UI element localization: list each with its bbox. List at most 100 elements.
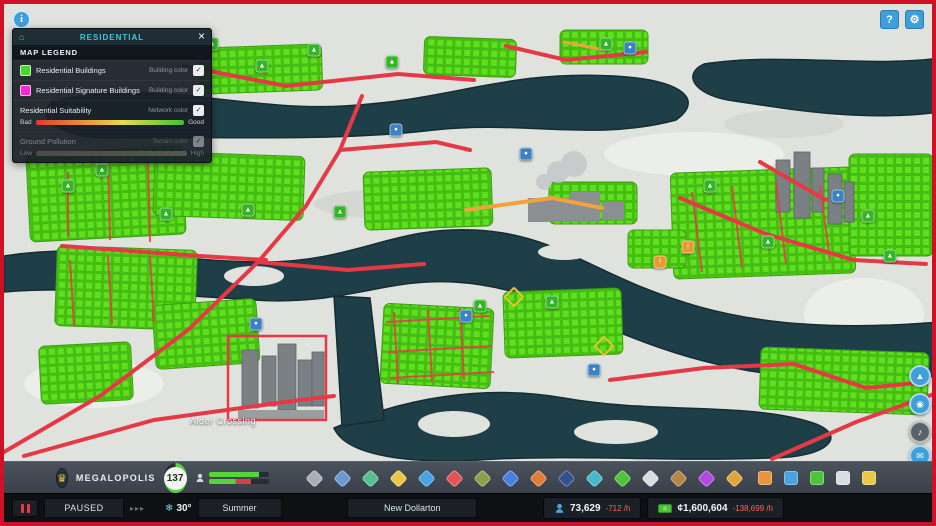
economy-button[interactable] bbox=[755, 466, 775, 490]
demand-bar-top bbox=[208, 472, 269, 477]
suitability-checkbox[interactable]: ✓ bbox=[193, 105, 204, 116]
alert-badge[interactable]: ! bbox=[681, 240, 695, 254]
service-badge[interactable]: • bbox=[519, 147, 533, 161]
electricity-button[interactable] bbox=[387, 464, 411, 492]
season-label: Summer bbox=[197, 498, 282, 518]
levelup-badge[interactable]: ▲ bbox=[333, 205, 347, 219]
panel-icon bbox=[835, 471, 850, 485]
help-button[interactable]: ? bbox=[880, 10, 899, 29]
levelup-badge[interactable]: ▲ bbox=[861, 209, 875, 223]
scale-min-label: Low bbox=[20, 150, 32, 157]
tool-icon bbox=[557, 468, 576, 488]
districts-button[interactable] bbox=[331, 464, 355, 492]
service-badge[interactable]: • bbox=[249, 317, 263, 331]
service-badge[interactable]: • bbox=[459, 309, 473, 323]
education-button[interactable] bbox=[499, 464, 523, 492]
roads-button[interactable] bbox=[359, 464, 383, 492]
money-stat[interactable]: ¢1,600,604 -138,699 /h bbox=[647, 497, 785, 519]
levelup-badge[interactable]: ▲ bbox=[385, 55, 399, 69]
residential-zone-icon: ⌂ bbox=[19, 31, 25, 42]
residential-color-swatch bbox=[20, 65, 31, 76]
info-views-button[interactable] bbox=[807, 466, 827, 490]
residential-checkbox[interactable]: ✓ bbox=[193, 65, 204, 76]
pause-state-label: PAUSED bbox=[44, 498, 124, 518]
legend-header: ⌂ RESIDENTIAL × bbox=[13, 29, 211, 45]
temperature-value: 30° bbox=[176, 502, 192, 514]
levelup-badge[interactable]: ▲ bbox=[255, 59, 269, 73]
legend-row-residential: Residential Buildings Building color ✓ bbox=[13, 60, 211, 80]
levelup-badge[interactable]: ▲ bbox=[761, 235, 775, 249]
pollution-checkbox[interactable]: ✓ bbox=[193, 136, 204, 147]
levelup-badge[interactable]: ▲ bbox=[545, 295, 559, 309]
tool-icon bbox=[697, 468, 716, 488]
transport-button[interactable] bbox=[583, 464, 607, 492]
service-badge[interactable]: • bbox=[831, 189, 845, 203]
map-tiles-button[interactable] bbox=[833, 466, 853, 490]
police-button[interactable] bbox=[555, 464, 579, 492]
levelup-badge[interactable]: ▲ bbox=[703, 179, 717, 193]
city-name[interactable]: MEGALOPOLIS bbox=[76, 473, 156, 483]
info-button[interactable]: i bbox=[12, 10, 31, 29]
radio-button[interactable]: ♪ bbox=[909, 421, 931, 443]
signature-color-swatch bbox=[20, 85, 31, 96]
legend-row-suitability: Residential Suitability Network color ✓ … bbox=[13, 100, 211, 131]
levelup-badge[interactable]: ▲ bbox=[61, 179, 75, 193]
fire-button[interactable] bbox=[527, 464, 551, 492]
pause-button[interactable] bbox=[12, 499, 38, 517]
signature-button[interactable] bbox=[695, 464, 719, 492]
levelup-badge[interactable]: ▲ bbox=[473, 299, 487, 313]
snowflake-icon: ❄ bbox=[165, 502, 174, 514]
levelup-notification-button[interactable]: ▲ bbox=[909, 365, 931, 387]
tool-icon bbox=[529, 468, 548, 488]
landscaping-button[interactable] bbox=[667, 464, 691, 492]
legend-row-pollution: Ground Pollution Terrain color ✓ Low Hig… bbox=[13, 131, 211, 162]
settings-button[interactable]: ⚙ bbox=[905, 10, 924, 29]
service-badge[interactable]: • bbox=[587, 363, 601, 377]
pollution-scale: Low High bbox=[13, 150, 211, 157]
district-name-label: Alder Crossing bbox=[190, 416, 257, 426]
zones-button[interactable] bbox=[303, 464, 327, 492]
status-bar: PAUSED ▸▸▸ ❄ 30° Summer New Dollarton 73… bbox=[4, 493, 932, 522]
legend-label: Residential Buildings bbox=[36, 66, 106, 75]
panel-icon bbox=[783, 471, 798, 485]
panel-icons bbox=[755, 466, 879, 490]
scale-max-label: High bbox=[190, 150, 204, 157]
tool-icon bbox=[725, 468, 744, 488]
milestone-level-badge[interactable]: 137 bbox=[163, 463, 187, 493]
water-button[interactable] bbox=[415, 464, 439, 492]
levelup-badge[interactable]: ▲ bbox=[95, 163, 109, 177]
demand-indicators[interactable] bbox=[195, 472, 269, 484]
photo-mode-button[interactable]: ◉ bbox=[909, 393, 931, 415]
levelup-badge[interactable]: ▲ bbox=[307, 43, 321, 57]
game-screen: ▲ ▲ ▲ ▲ ▲ ▲ ▲ ▲ ▲ ▲ ▲ ▲ ▲ ▲ ▲ ▲ • • • • • • •!! Alder Crossing… bbox=[0, 0, 936, 526]
healthcare-button[interactable] bbox=[443, 464, 467, 492]
achievements-trophy-icon[interactable]: ♛ bbox=[56, 468, 68, 488]
demand-bars bbox=[208, 472, 269, 484]
bulldozer-button[interactable] bbox=[723, 464, 747, 492]
service-badge[interactable]: • bbox=[623, 41, 637, 55]
levelup-badge[interactable]: ▲ bbox=[883, 249, 897, 263]
population-value: 73,629 bbox=[569, 502, 601, 514]
legend-type-label: Terrain color bbox=[152, 138, 188, 145]
speed-controls[interactable]: ▸▸▸ bbox=[130, 504, 145, 513]
panel-icon bbox=[757, 471, 772, 485]
citizen-icon bbox=[196, 473, 204, 482]
suitability-scale: Bad Good bbox=[13, 119, 211, 126]
levelup-badge[interactable]: ▲ bbox=[599, 37, 613, 51]
levelup-badge[interactable]: ▲ bbox=[241, 203, 255, 217]
map-legend-panel: ⌂ RESIDENTIAL × MAP LEGEND Residential B… bbox=[12, 28, 212, 163]
levelup-badge[interactable]: ▲ bbox=[159, 207, 173, 221]
population-rate: -712 /h bbox=[605, 503, 631, 513]
progression-button[interactable] bbox=[859, 466, 879, 490]
tool-icon bbox=[445, 468, 464, 488]
close-icon[interactable]: × bbox=[195, 30, 208, 42]
communications-button[interactable] bbox=[639, 464, 663, 492]
population-stat[interactable]: 73,629 -712 /h bbox=[542, 497, 642, 519]
parks-button[interactable] bbox=[611, 464, 635, 492]
alert-badge[interactable]: ! bbox=[653, 255, 667, 269]
money-rate: -138,699 /h bbox=[732, 503, 774, 513]
service-badge[interactable]: • bbox=[389, 123, 403, 137]
signature-checkbox[interactable]: ✓ bbox=[193, 85, 204, 96]
statistics-button[interactable] bbox=[781, 466, 801, 490]
garbage-button[interactable] bbox=[471, 464, 495, 492]
